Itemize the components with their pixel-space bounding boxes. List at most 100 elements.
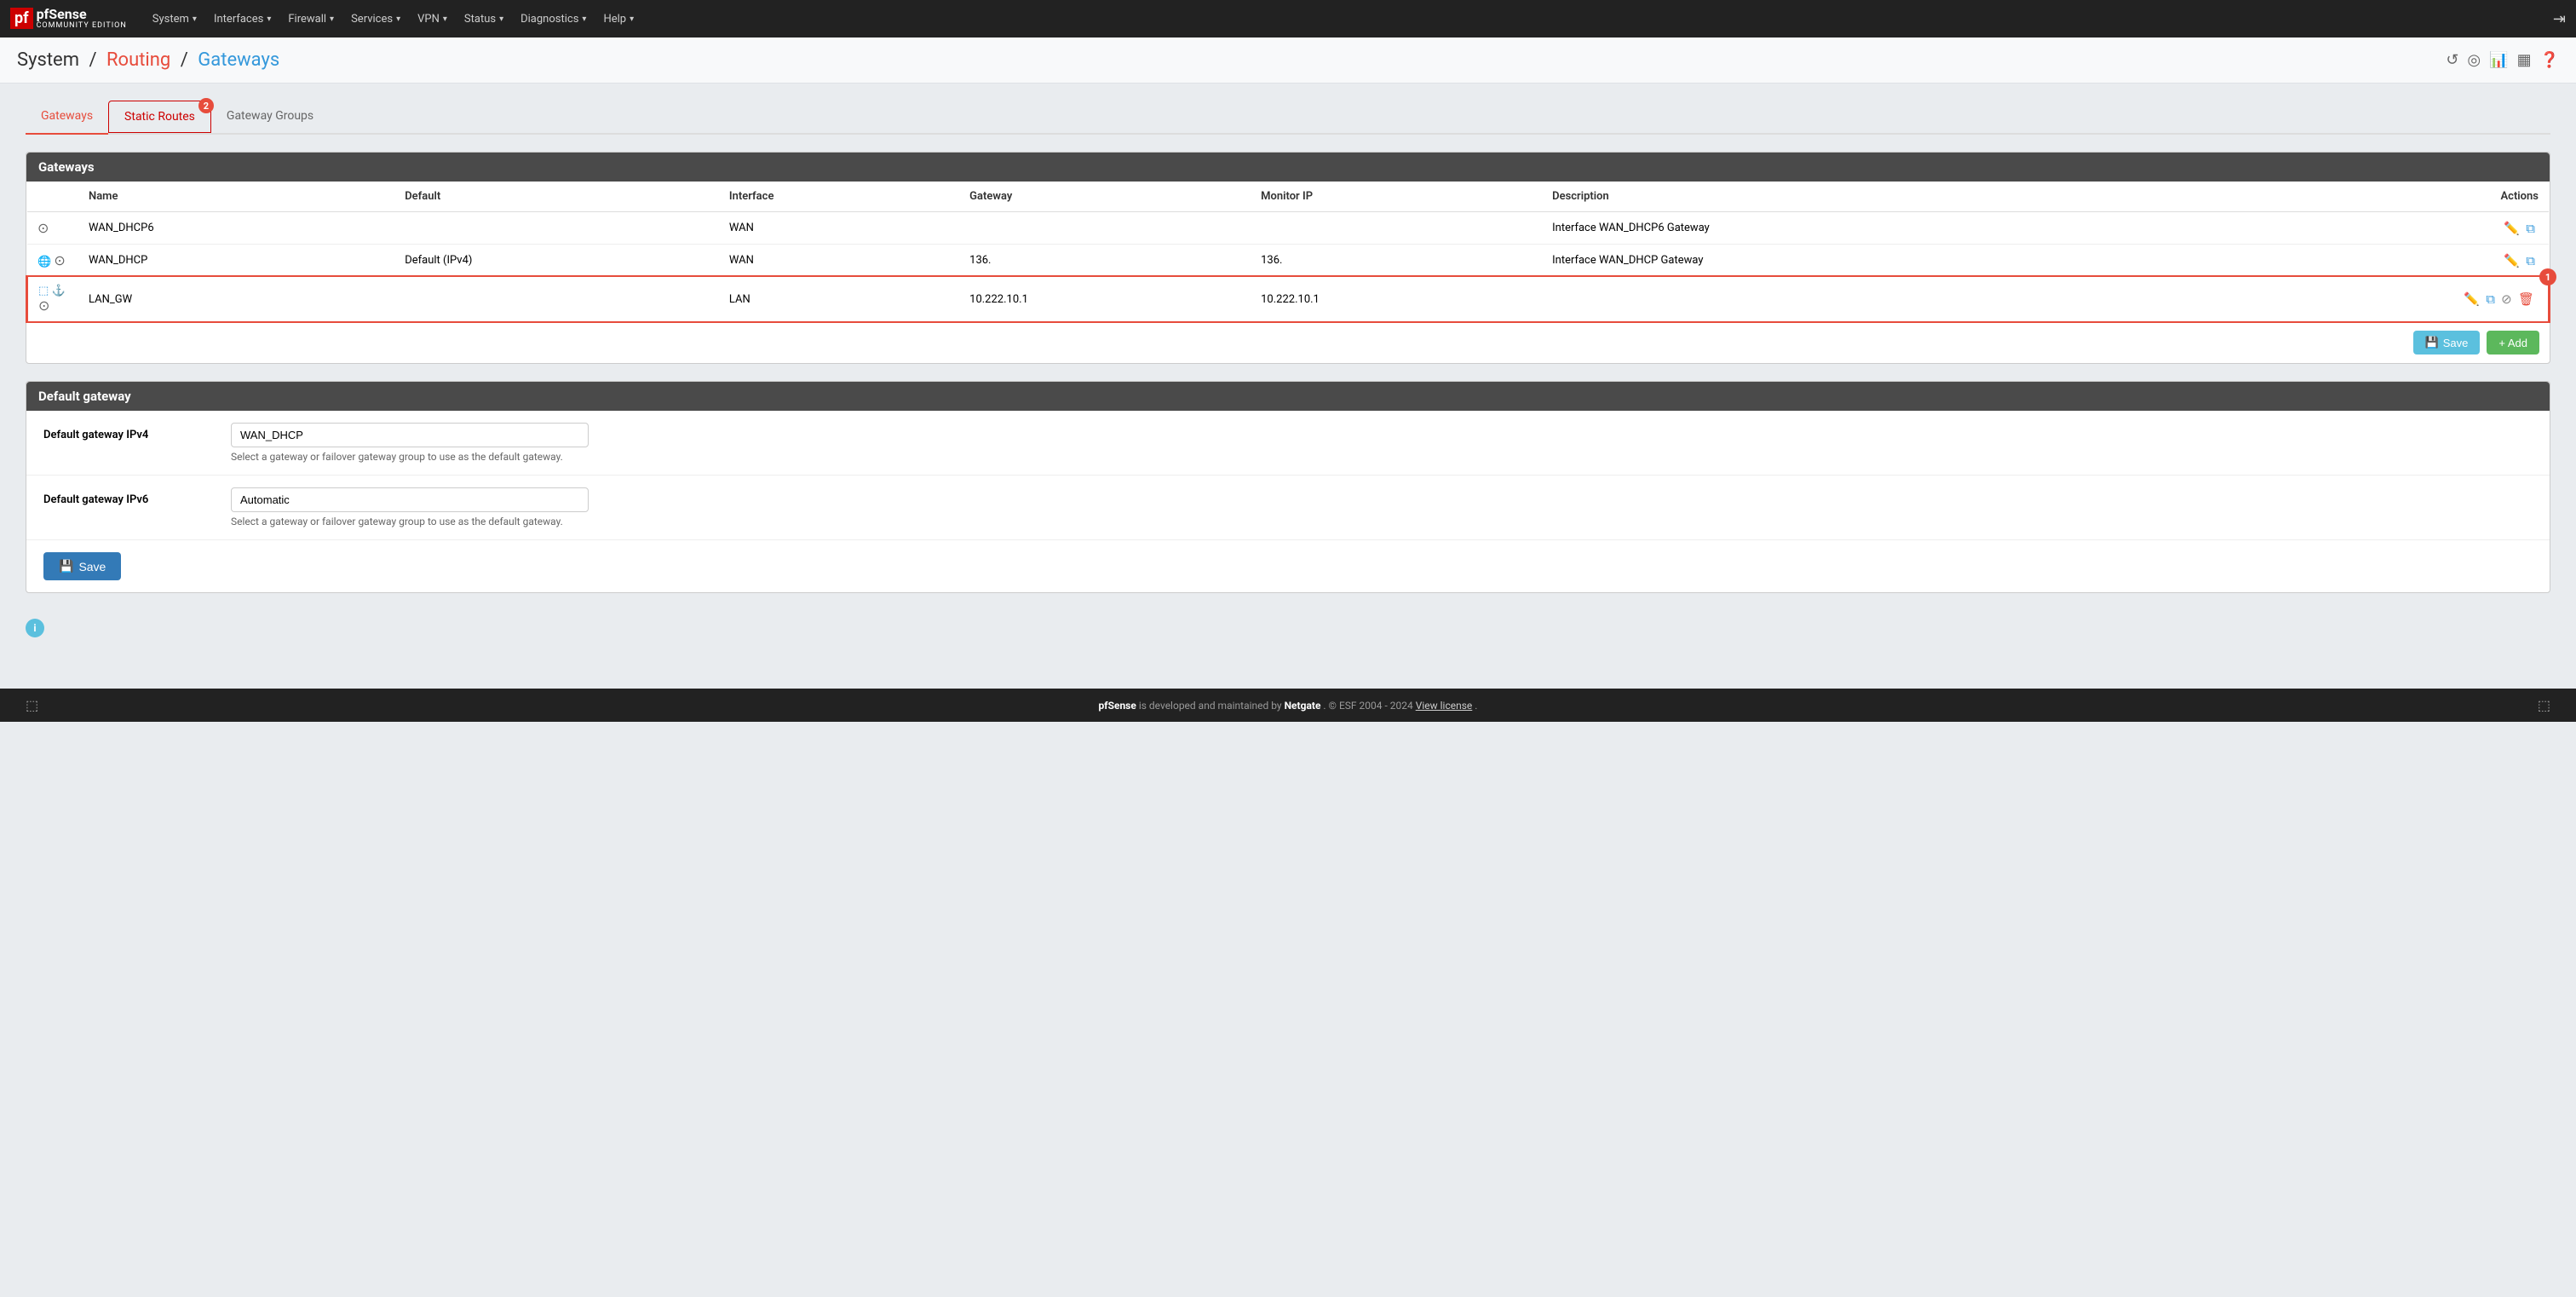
chart-icon[interactable]: 📊 <box>2489 51 2508 69</box>
ipv4-select[interactable]: WAN_DHCP WAN_DHCP6 LAN_GW Automatic <box>231 423 589 447</box>
ipv4-content: WAN_DHCP WAN_DHCP6 LAN_GW Automatic Sele… <box>231 423 2533 463</box>
gateway-ip: 136. <box>959 245 1251 277</box>
nav-firewall[interactable]: Firewall ▾ <box>279 0 342 37</box>
copy-icon[interactable]: ⧉ <box>2486 291 2495 307</box>
chevron-down-icon: ▾ <box>396 14 400 24</box>
col-gateway: Gateway <box>959 182 1251 212</box>
gateway-actions: ✏️ ⧉ <box>2198 212 2549 245</box>
table-icon[interactable]: ▦ <box>2517 51 2532 69</box>
check-circle-icon: ⊙ <box>38 297 49 314</box>
gateway-actions: ✏️ ⧉ ⊘ 🗑 1 <box>2198 277 2549 322</box>
col-actions: Actions <box>2198 182 2549 212</box>
view-license-link[interactable]: View license <box>1416 700 1473 712</box>
gateway-default <box>394 212 719 245</box>
anchor-icon[interactable]: ⚓ <box>52 285 66 297</box>
breadcrumb-sep1: / <box>89 49 96 71</box>
table-row: ⬚ ⚓ ⊙ LAN_GW LAN 10.222.10.1 10.222.10.1… <box>27 277 2549 322</box>
gateways-table: Name Default Interface Gateway Monitor I… <box>26 182 2550 321</box>
nav-help[interactable]: Help ▾ <box>595 0 642 37</box>
bottom-save-area: 💾 Save <box>26 540 2550 592</box>
edit-icon[interactable]: ✏️ <box>2504 221 2520 236</box>
row-icons-cell: ⬚ ⚓ ⊙ <box>27 277 78 322</box>
nav-services[interactable]: Services ▾ <box>342 0 409 37</box>
save-icon: 💾 <box>2425 336 2439 349</box>
refresh-icon[interactable]: ↺ <box>2446 51 2458 69</box>
row-badge-1: 1 <box>2539 268 2556 285</box>
logout-icon[interactable]: ⇥ <box>2553 10 2566 28</box>
ipv4-label: Default gateway IPv4 <box>43 423 231 441</box>
breadcrumb-sep2: / <box>181 49 188 71</box>
tab-gateways[interactable]: Gateways <box>26 101 108 135</box>
gateway-monitor: 10.222.10.1 <box>1251 277 1542 322</box>
gateway-actions: ✏️ ⧉ <box>2198 245 2549 277</box>
nav-diagnostics[interactable]: Diagnostics ▾ <box>512 0 595 37</box>
footer-brand: pfSense <box>1099 700 1136 712</box>
edit-icon[interactable]: ✏️ <box>2464 291 2480 307</box>
nav-status[interactable]: Status ▾ <box>456 0 512 37</box>
footer-text: pfSense is developed and maintained by N… <box>38 700 2538 712</box>
ipv4-row: Default gateway IPv4 WAN_DHCP WAN_DHCP6 … <box>26 411 2550 476</box>
nav-menu: System ▾ Interfaces ▾ Firewall ▾ Service… <box>144 0 2553 37</box>
col-monitor-ip: Monitor IP <box>1251 182 1542 212</box>
main-content: Gateways Static Routes 2 Gateway Groups … <box>0 84 2576 654</box>
move-icon[interactable]: ⬚ <box>38 285 49 297</box>
default-gateway-header: Default gateway <box>26 382 2550 411</box>
gateway-ip <box>959 212 1251 245</box>
brand-logo[interactable]: pf pfSense COMMUNITY EDITION <box>10 7 127 30</box>
chevron-down-icon: ▾ <box>330 14 334 24</box>
breadcrumb-routing[interactable]: Routing <box>106 49 170 71</box>
chevron-down-icon: ▾ <box>193 14 197 24</box>
page-header-actions: ↺ ◎ 📊 ▦ ❓ <box>2446 51 2559 69</box>
save-gateways-button[interactable]: 💾 Save <box>2413 331 2481 355</box>
logo-pf: pf <box>10 8 33 29</box>
help-icon[interactable]: ❓ <box>2540 51 2559 69</box>
chevron-down-icon: ▾ <box>630 14 634 24</box>
copy-icon[interactable]: ⧉ <box>2526 253 2535 268</box>
table-row: 🌐 ⊙ WAN_DHCP Default (IPv4) WAN 136. 136… <box>27 245 2549 277</box>
save-default-gateway-button[interactable]: 💾 Save <box>43 552 121 580</box>
gateway-name: WAN_DHCP6 <box>78 212 394 245</box>
footer-icon-left[interactable]: ⬚ <box>26 697 38 713</box>
gateway-interface: LAN <box>719 277 959 322</box>
gateway-default <box>394 277 719 322</box>
tab-gateway-groups[interactable]: Gateway Groups <box>211 101 329 133</box>
globe-icon: 🌐 <box>37 256 51 268</box>
gateways-section: Gateways Name Default Interface Gateway … <box>26 152 2550 364</box>
tab-bar: Gateways Static Routes 2 Gateway Groups <box>26 101 2550 135</box>
nav-vpn[interactable]: VPN ▾ <box>409 0 456 37</box>
footer-copyright: . © ESF 2004 - 2024 <box>1323 700 1415 712</box>
breadcrumb-gateways[interactable]: Gateways <box>198 49 279 71</box>
footer-maintained: is developed and maintained by <box>1139 700 1285 712</box>
gateways-section-header: Gateways <box>26 153 2550 182</box>
footer-netgate: Netgate <box>1285 700 1321 712</box>
ipv6-help: Select a gateway or failover gateway gro… <box>231 516 2533 527</box>
footer-icon-right[interactable]: ⬚ <box>2538 697 2550 713</box>
gateway-monitor <box>1251 212 1542 245</box>
gateways-table-wrapper: Name Default Interface Gateway Monitor I… <box>26 182 2550 363</box>
table-actions: 💾 Save + Add <box>26 321 2550 363</box>
disable-icon[interactable]: ⊘ <box>2501 291 2512 307</box>
delete-icon[interactable]: 🗑 <box>2518 291 2534 307</box>
chevron-down-icon: ▾ <box>499 14 503 24</box>
gateway-interface: WAN <box>719 245 959 277</box>
col-name: Name <box>78 182 394 212</box>
col-default: Default <box>394 182 719 212</box>
copy-icon[interactable]: ⧉ <box>2526 221 2535 236</box>
target-icon[interactable]: ◎ <box>2467 51 2481 69</box>
col-interface: Interface <box>719 182 959 212</box>
ipv6-content: Automatic WAN_DHCP6 WAN_DHCP LAN_GW Sele… <box>231 487 2533 527</box>
ipv6-row: Default gateway IPv6 Automatic WAN_DHCP6… <box>26 476 2550 540</box>
col-description: Description <box>1542 182 2198 212</box>
nav-system[interactable]: System ▾ <box>144 0 205 37</box>
edit-icon[interactable]: ✏️ <box>2504 253 2520 268</box>
save-icon: 💾 <box>59 559 73 574</box>
ipv6-select[interactable]: Automatic WAN_DHCP6 WAN_DHCP LAN_GW <box>231 487 589 512</box>
tab-static-routes[interactable]: Static Routes 2 <box>108 101 211 133</box>
gateway-monitor: 136. <box>1251 245 1542 277</box>
chevron-down-icon: ▾ <box>443 14 447 24</box>
gateway-default: Default (IPv4) <box>394 245 719 277</box>
add-gateway-button[interactable]: + Add <box>2487 331 2539 355</box>
nav-interfaces[interactable]: Interfaces ▾ <box>205 0 279 37</box>
info-icon[interactable]: i <box>26 619 44 637</box>
chevron-down-icon: ▾ <box>267 14 271 24</box>
